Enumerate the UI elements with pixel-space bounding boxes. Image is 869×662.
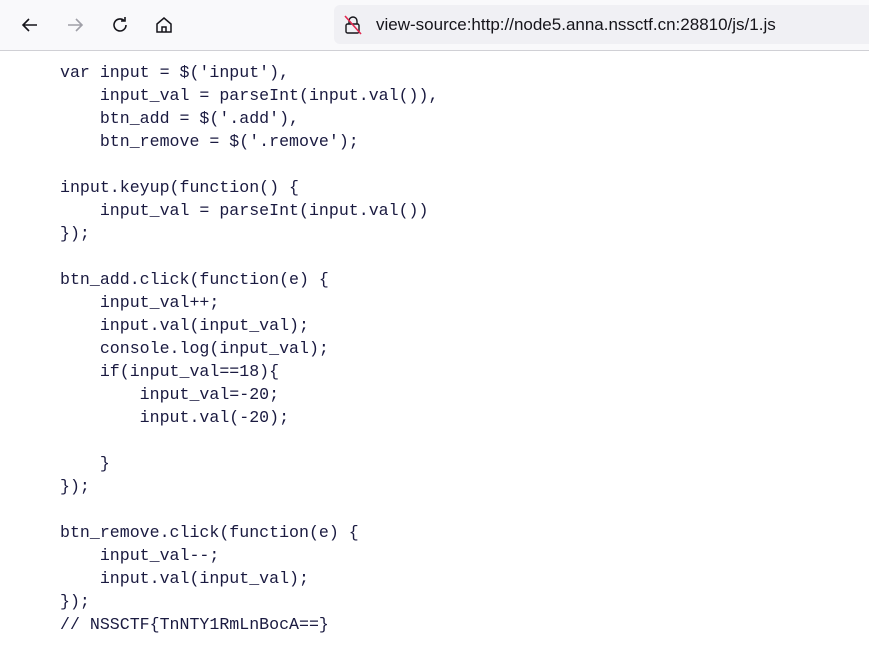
source-line: btn_add.click(function(e) { — [60, 270, 329, 289]
source-line: // NSSCTF{TnNTY1RmLnBocA==} — [60, 615, 329, 634]
source-line: btn_remove.click(function(e) { — [60, 523, 359, 542]
home-button[interactable] — [151, 12, 177, 38]
source-code: var input = $('input'), input_val = pars… — [60, 61, 438, 636]
source-line: }); — [60, 592, 90, 611]
source-line: input.keyup(function() { — [60, 178, 299, 197]
back-button[interactable] — [17, 12, 43, 38]
source-line: input_val = parseInt(input.val()) — [60, 201, 429, 220]
source-line: btn_remove = $('.remove'); — [60, 132, 359, 151]
source-line: input_val=-20; — [60, 385, 280, 404]
url-text[interactable]: view-source:http://node5.anna.nssctf.cn:… — [376, 5, 776, 44]
source-line: }); — [60, 224, 90, 243]
source-line: console.log(input_val); — [60, 339, 329, 358]
forward-button[interactable] — [62, 12, 88, 38]
insecure-lock-icon — [344, 15, 362, 35]
browser-toolbar: view-source:http://node5.anna.nssctf.cn:… — [0, 0, 869, 51]
source-line: if(input_val==18){ — [60, 362, 280, 381]
source-line: var input = $('input'), — [60, 63, 290, 82]
forward-icon — [68, 18, 84, 32]
source-line: input_val = parseInt(input.val()), — [60, 86, 439, 105]
source-line: btn_add = $('.add'), — [60, 109, 299, 128]
source-line — [60, 245, 438, 268]
source-line — [60, 429, 438, 452]
reload-button[interactable] — [107, 12, 133, 38]
reload-icon — [113, 17, 127, 32]
source-line: input.val(input_val); — [60, 316, 309, 335]
back-icon — [21, 18, 37, 32]
source-line: } — [60, 454, 110, 473]
source-line: input_val--; — [60, 546, 220, 565]
source-line — [60, 498, 438, 521]
source-line: input.val(-20); — [60, 408, 290, 427]
source-line: input_val++; — [60, 293, 220, 312]
source-line: input.val(input_val); — [60, 569, 309, 588]
home-icon — [156, 17, 172, 33]
source-line: }); — [60, 477, 90, 496]
source-line — [60, 153, 438, 176]
address-bar[interactable]: view-source:http://node5.anna.nssctf.cn:… — [334, 5, 869, 44]
